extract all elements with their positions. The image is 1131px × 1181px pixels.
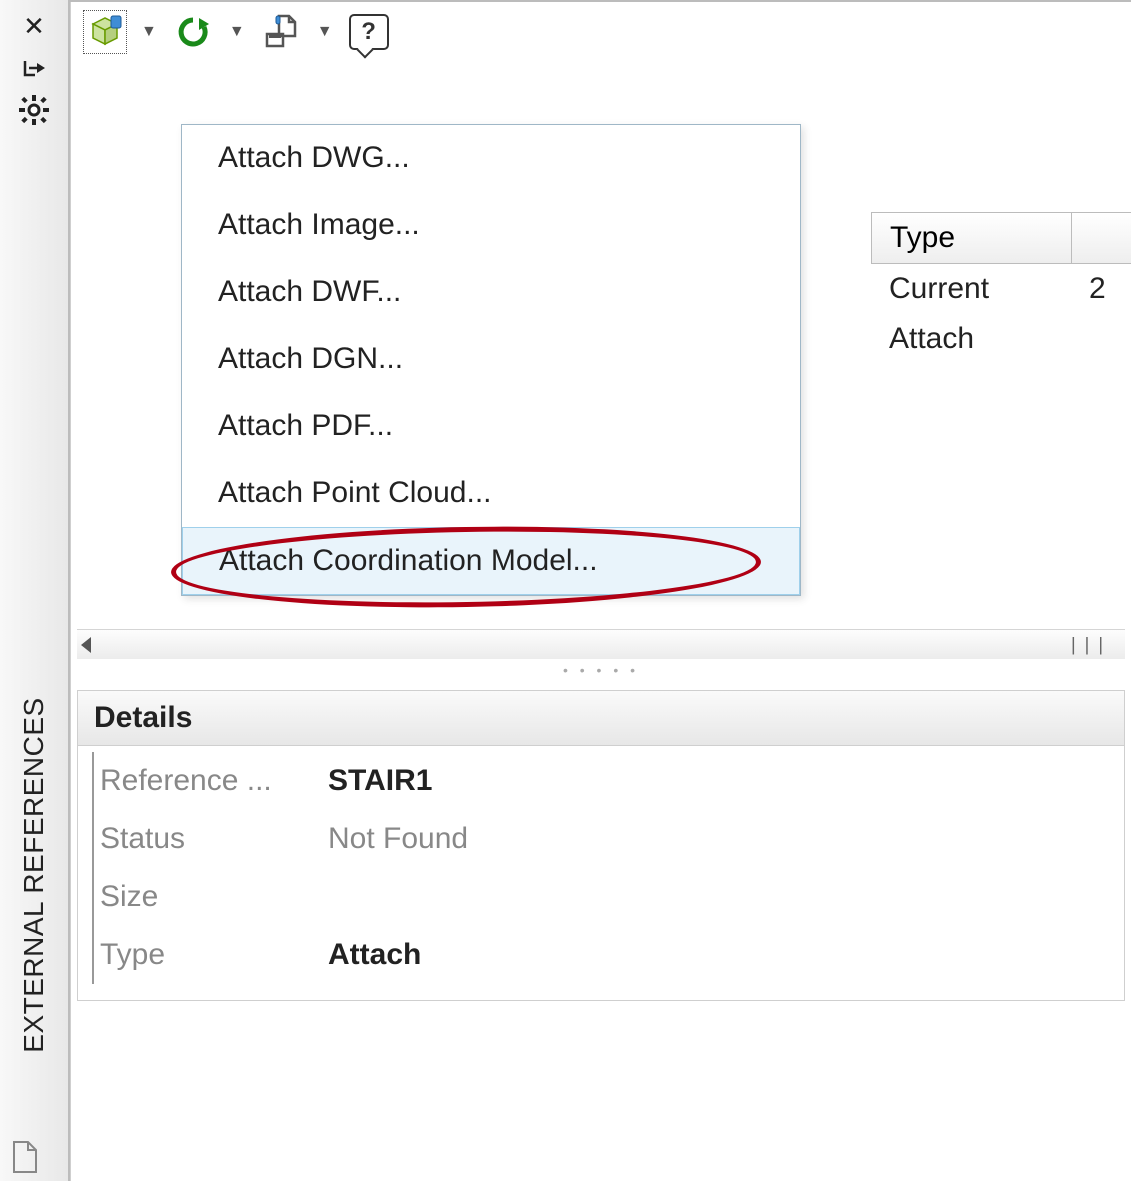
details-title: Details bbox=[78, 691, 1124, 746]
details-value bbox=[322, 868, 1114, 926]
menu-item-attach-dwf[interactable]: Attach DWF... bbox=[182, 259, 800, 326]
reference-list-area: Type Current 2 Attach Attach DWG... Atta… bbox=[70, 62, 1131, 1181]
toolbar: ▼ ▼ ▼ ? bbox=[70, 2, 1131, 62]
save-dropdown-caret[interactable]: ▼ bbox=[317, 23, 333, 41]
menu-item-attach-image[interactable]: Attach Image... bbox=[182, 192, 800, 259]
details-label: Reference ... bbox=[92, 752, 322, 810]
column-header-extra[interactable] bbox=[1071, 212, 1131, 264]
menu-item-attach-point-cloud[interactable]: Attach Point Cloud... bbox=[182, 460, 800, 527]
menu-item-attach-coordination-model[interactable]: Attach Coordination Model... bbox=[182, 527, 800, 595]
main-area: ▼ ▼ ▼ ? Type bbox=[70, 0, 1131, 1181]
reference-table: Type Current 2 Attach bbox=[871, 212, 1131, 364]
attach-dropdown-menu: Attach DWG... Attach Image... Attach DWF… bbox=[181, 124, 801, 596]
table-row[interactable]: Current 2 bbox=[871, 264, 1131, 314]
column-header-type[interactable]: Type bbox=[871, 212, 1071, 264]
attach-dropdown-caret[interactable]: ▼ bbox=[141, 23, 157, 41]
details-label: Type bbox=[92, 926, 322, 984]
details-value: Attach bbox=[322, 926, 1114, 984]
cell-type: Current bbox=[871, 264, 1071, 314]
details-panel: Details Reference ... STAIR1 Status Not … bbox=[77, 690, 1125, 1001]
document-icon bbox=[10, 1140, 40, 1181]
attach-button[interactable] bbox=[83, 10, 127, 54]
menu-item-attach-pdf[interactable]: Attach PDF... bbox=[182, 393, 800, 460]
details-row-status: Status Not Found bbox=[92, 810, 1114, 868]
details-value: STAIR1 bbox=[322, 752, 1114, 810]
details-row-type: Type Attach bbox=[92, 926, 1114, 984]
menu-item-attach-dgn[interactable]: Attach DGN... bbox=[182, 326, 800, 393]
details-row-reference: Reference ... STAIR1 bbox=[92, 752, 1114, 810]
help-button[interactable]: ? bbox=[347, 10, 391, 54]
details-value: Not Found bbox=[322, 810, 1114, 868]
close-icon[interactable]: ✕ bbox=[18, 10, 50, 42]
menu-item-attach-dwg[interactable]: Attach DWG... bbox=[182, 125, 800, 192]
scroll-left-icon[interactable] bbox=[81, 637, 91, 653]
gear-icon[interactable] bbox=[18, 94, 50, 126]
splitter-handle[interactable]: • • • • • bbox=[71, 662, 1131, 680]
refresh-button[interactable] bbox=[171, 10, 215, 54]
details-row-size: Size bbox=[92, 868, 1114, 926]
details-grid: Reference ... STAIR1 Status Not Found Si… bbox=[78, 746, 1124, 1000]
details-label: Size bbox=[92, 868, 322, 926]
save-button[interactable] bbox=[259, 10, 303, 54]
scroll-thumb-marks: | | | bbox=[1071, 634, 1105, 655]
palette-titlebar: ✕ EXTERNAL REFERENCES bbox=[0, 0, 70, 1181]
dock-icon[interactable] bbox=[18, 52, 50, 84]
help-icon: ? bbox=[349, 14, 389, 50]
details-label: Status bbox=[92, 810, 322, 868]
refresh-dropdown-caret[interactable]: ▼ bbox=[229, 23, 245, 41]
palette-title: EXTERNAL REFERENCES bbox=[18, 697, 50, 1052]
table-row[interactable]: Attach bbox=[871, 314, 1131, 364]
horizontal-scrollbar[interactable]: | | | bbox=[77, 629, 1125, 659]
cell-type: Attach bbox=[871, 314, 1071, 364]
cell-extra: 2 bbox=[1071, 264, 1131, 314]
